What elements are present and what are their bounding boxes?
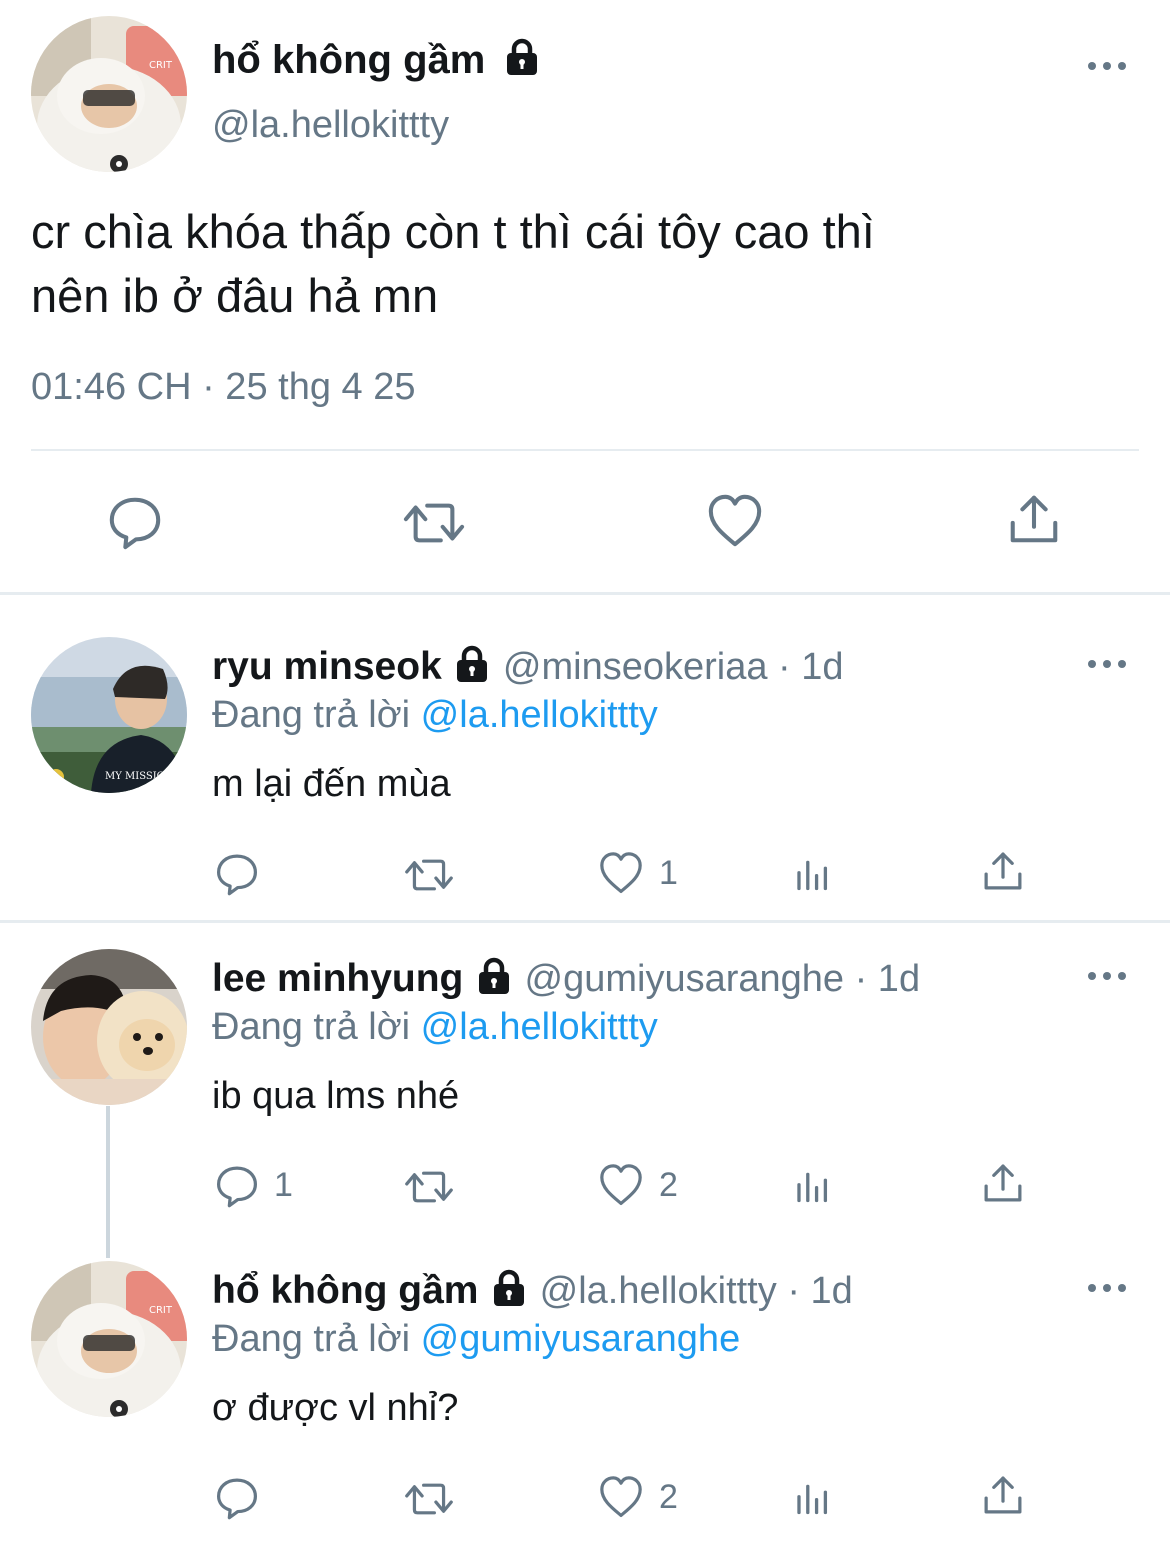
analytics-button[interactable] [790,1164,834,1208]
more-options-button[interactable] [1088,660,1126,668]
more-options-button[interactable] [1088,972,1126,980]
like-button[interactable]: 1 [597,850,678,896]
author-avatar[interactable] [31,16,187,172]
thread-line [106,1106,110,1258]
reply-author-handle[interactable]: @la.hellokittty [540,1270,777,1312]
reply-text: ib qua lms nhé [212,1075,460,1117]
share-icon [1005,490,1063,548]
reply-header: lee minhyung @gumiyusaranghe · 1d [212,957,920,1001]
more-icon [1088,972,1096,980]
reply-icon [106,492,164,550]
author-name: hổ không gầm [212,38,486,82]
analytics-icon [790,1476,834,1520]
replying-to-link[interactable]: @la.hellokittty [421,1006,658,1048]
reply-avatar[interactable] [31,637,187,793]
tweet-timestamp[interactable]: 01:46 CH · 25 thg 4 25 [31,366,415,409]
reply-age: · 1d [778,646,844,688]
reply-header: ryu minseok @minseokeriaa · 1d [212,645,844,689]
retweet-icon [400,1476,458,1522]
reply-avatar[interactable] [31,949,187,1105]
share-icon [980,1472,1026,1518]
reply-author-handle[interactable]: @minseokeriaa [503,646,768,688]
reply-button[interactable] [214,850,274,896]
more-icon [1088,660,1096,668]
reply-button[interactable] [214,1474,274,1520]
share-button[interactable] [980,1160,1026,1206]
like-button[interactable] [706,492,764,550]
lock-icon [489,1268,529,1308]
share-button[interactable] [980,848,1026,894]
like-count: 2 [659,1165,678,1204]
lock-icon [452,644,492,684]
retweet-icon [400,1164,458,1210]
reply-text: ơ được vl nhỉ? [212,1387,459,1429]
retweet-button[interactable] [400,1476,458,1522]
reply-age: · 1d [854,958,921,1000]
lock-icon [474,956,514,996]
reply-author-name[interactable]: hổ không gầm [212,1269,479,1312]
like-icon [597,1474,645,1520]
like-count: 2 [659,1477,678,1516]
retweet-icon [400,852,458,898]
tweet-text: cr chìa khóa thấp còn t thì cái tôy cao … [31,205,875,322]
replying-to-link[interactable]: @la.hellokittty [421,694,658,736]
like-button[interactable]: 2 [597,1474,678,1520]
more-icon [1088,1284,1096,1292]
reply-author-name[interactable]: ryu minseok [212,645,442,688]
share-button[interactable] [1005,490,1063,548]
lock-icon [502,37,542,77]
reply-button[interactable] [106,492,164,550]
section-divider [0,920,1170,923]
author-name-row[interactable]: hổ không gầm [212,38,542,83]
reply-age: · 1d [787,1270,853,1312]
replying-to-link[interactable]: @gumiyusaranghe [421,1318,741,1360]
reply-avatar[interactable] [31,1261,187,1417]
reply-author-handle[interactable]: @gumiyusaranghe [525,958,845,1000]
retweet-button[interactable] [399,494,469,552]
analytics-button[interactable] [790,852,834,896]
reply-text: m lại đến mùa [212,763,451,805]
reply-icon [214,850,260,896]
reply-icon [214,1162,260,1208]
reply-count: 1 [274,1165,293,1204]
share-button[interactable] [980,1472,1026,1518]
divider [31,449,1139,451]
retweet-button[interactable] [400,1164,458,1210]
analytics-icon [790,1164,834,1208]
more-options-button[interactable] [1088,62,1126,70]
like-icon [706,492,764,550]
more-icon [1088,62,1096,70]
author-handle[interactable]: @la.hellokittty [212,104,449,147]
retweet-button[interactable] [400,852,458,898]
more-options-button[interactable] [1088,1284,1126,1292]
replying-to: Đang trả lời @gumiyusaranghe [212,1318,741,1360]
reply-header: hổ không gầm @la.hellokittty · 1d [212,1269,853,1313]
analytics-icon [790,852,834,896]
reply-author-name[interactable]: lee minhyung [212,957,463,1000]
reply-button[interactable]: 1 [214,1162,293,1208]
retweet-icon [399,494,469,552]
replying-to: Đang trả lời @la.hellokittty [212,694,658,736]
section-divider [0,592,1170,595]
like-icon [597,1162,645,1208]
share-icon [980,848,1026,894]
reply-icon [214,1474,260,1520]
like-icon [597,850,645,896]
like-button[interactable]: 2 [597,1162,678,1208]
analytics-button[interactable] [790,1476,834,1520]
share-icon [980,1160,1026,1206]
replying-to: Đang trả lời @la.hellokittty [212,1006,658,1048]
like-count: 1 [659,853,678,892]
